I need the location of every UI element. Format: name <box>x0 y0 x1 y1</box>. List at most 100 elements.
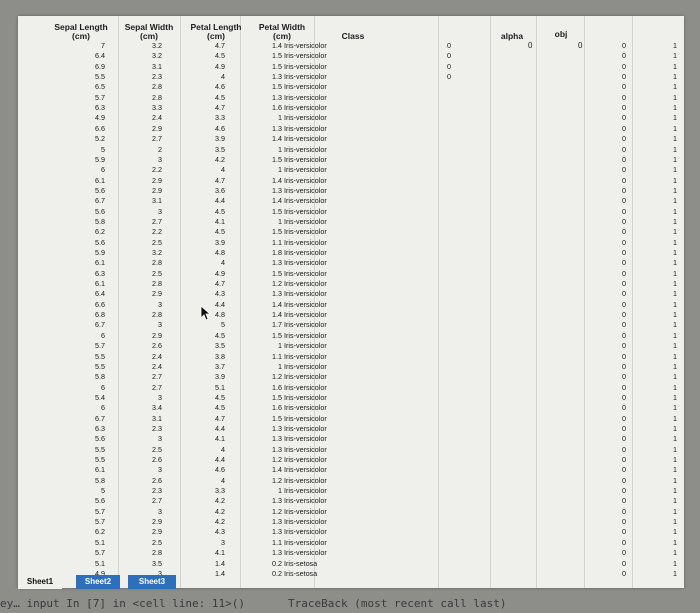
cell-extra-col[interactable]: 1 <box>673 403 677 413</box>
cell-extra-col[interactable]: 1 <box>673 559 677 569</box>
cell-extra-col[interactable]: 1 <box>673 538 677 548</box>
cell-obj-col[interactable]: 0 <box>622 145 626 155</box>
cell-sepal-length[interactable]: 6.2 <box>95 527 105 537</box>
cell-petal-width[interactable]: 1.6 <box>272 103 282 113</box>
cell-petal-width[interactable]: 1.3 <box>272 424 282 434</box>
cell-petal-length[interactable]: 4.4 <box>215 455 225 465</box>
cell-obj-col[interactable]: 0 <box>622 103 626 113</box>
cell-petal-width[interactable]: 1 <box>278 113 282 123</box>
cell-petal-length[interactable]: 4.5 <box>215 207 225 217</box>
cell-obj-col[interactable]: 0 <box>622 527 626 537</box>
cell-petal-length[interactable]: 4.9 <box>215 62 225 72</box>
cell-extra-col[interactable]: 1 <box>673 289 677 299</box>
cell-class[interactable]: Iris-versicolor <box>284 51 327 61</box>
cell-obj-col[interactable]: 0 <box>622 41 626 51</box>
cell-sepal-width[interactable]: 2.2 <box>152 165 162 175</box>
cell-obj-col[interactable]: 0 <box>622 465 626 475</box>
cell-class[interactable]: Iris-versicolor <box>284 155 327 165</box>
cell-petal-length[interactable]: 3.9 <box>215 238 225 248</box>
cell-petal-width[interactable]: 1.5 <box>272 331 282 341</box>
cell-obj-col[interactable]: 0 <box>622 331 626 341</box>
cell-class[interactable]: Iris-versicolor <box>284 372 327 382</box>
header-obj[interactable]: obj <box>544 30 578 39</box>
cell-sepal-length[interactable]: 5.5 <box>95 72 105 82</box>
cell-sepal-length[interactable]: 5.9 <box>95 248 105 258</box>
cell-petal-length[interactable]: 4.8 <box>215 310 225 320</box>
cell-petal-width[interactable]: 1.2 <box>272 279 282 289</box>
cell-obj-col[interactable]: 0 <box>622 414 626 424</box>
cell-petal-length[interactable]: 4 <box>221 165 225 175</box>
cell-obj-col[interactable]: 0 <box>622 227 626 237</box>
cell-class[interactable]: Iris-versicolor <box>284 393 327 403</box>
cell-obj-col[interactable]: 0 <box>622 517 626 527</box>
cell-sepal-width[interactable]: 2.8 <box>152 279 162 289</box>
cell-alpha-col[interactable]: 0 <box>447 41 451 51</box>
cell-petal-length[interactable]: 4.2 <box>215 155 225 165</box>
cell-obj-col[interactable]: 0 <box>622 300 626 310</box>
tab-sheet1[interactable]: Sheet1 <box>18 575 62 589</box>
cell-extra-col[interactable]: 1 <box>673 176 677 186</box>
cell-sepal-length[interactable]: 6.1 <box>95 279 105 289</box>
cell-extra-col[interactable]: 1 <box>673 476 677 486</box>
cell-extra-col[interactable]: 1 <box>673 186 677 196</box>
cell-class[interactable]: Iris-versicolor <box>284 320 327 330</box>
cell-sepal-length[interactable]: 6.1 <box>95 176 105 186</box>
cell-class[interactable]: Iris-versicolor <box>284 227 327 237</box>
cell-sepal-width[interactable]: 3.2 <box>152 51 162 61</box>
cell-obj-col[interactable]: 0 <box>622 134 626 144</box>
cell-petal-length[interactable]: 4.9 <box>215 269 225 279</box>
cell-obj-col[interactable]: 0 <box>622 289 626 299</box>
cell-obj-col[interactable]: 0 <box>622 51 626 61</box>
cell-petal-width[interactable]: 1.5 <box>272 227 282 237</box>
cell-obj-col[interactable]: 0 <box>622 279 626 289</box>
cell-extra-col[interactable]: 1 <box>673 165 677 175</box>
cell-extra-col[interactable]: 1 <box>673 362 677 372</box>
cell-extra-col[interactable]: 1 <box>673 507 677 517</box>
cell-obj-col[interactable]: 0 <box>622 372 626 382</box>
cell-extra-col[interactable]: 1 <box>673 103 677 113</box>
cell-sepal-width[interactable]: 2.9 <box>152 527 162 537</box>
tab-sheet2[interactable]: Sheet2 <box>76 575 120 589</box>
cell-petal-width[interactable]: 1.5 <box>272 207 282 217</box>
cell-extra-col[interactable]: 1 <box>673 414 677 424</box>
cell-sepal-width[interactable]: 2.4 <box>152 362 162 372</box>
cell-sepal-width[interactable]: 2.3 <box>152 424 162 434</box>
cell-extra-col[interactable]: 1 <box>673 527 677 537</box>
cell-extra-col[interactable]: 1 <box>673 352 677 362</box>
cell-sepal-width[interactable]: 2.4 <box>152 113 162 123</box>
cell-sepal-width[interactable]: 2.9 <box>152 176 162 186</box>
cell-sepal-width[interactable]: 3 <box>158 207 162 217</box>
cell-obj-col[interactable]: 0 <box>622 124 626 134</box>
cell-petal-length[interactable]: 3.5 <box>215 341 225 351</box>
cell-sepal-length[interactable]: 5.5 <box>95 445 105 455</box>
cell-petal-length[interactable]: 4.6 <box>215 82 225 92</box>
cell-obj-col[interactable]: 0 <box>622 548 626 558</box>
cell-class[interactable]: Iris-versicolor <box>284 300 327 310</box>
cell-class[interactable]: Iris-versicolor <box>284 496 327 506</box>
cell-petal-width[interactable]: 1.5 <box>272 51 282 61</box>
cell-petal-length[interactable]: 4 <box>221 476 225 486</box>
cell-sepal-length[interactable]: 6.9 <box>95 62 105 72</box>
cell-obj-col[interactable]: 0 <box>622 383 626 393</box>
header-petal-length[interactable]: Petal Length (cm) <box>182 23 250 41</box>
cell-class[interactable]: Iris-versicolor <box>284 352 327 362</box>
cell-sepal-width[interactable]: 3.1 <box>152 62 162 72</box>
cell-sepal-width[interactable]: 3 <box>158 434 162 444</box>
cell-petal-length[interactable]: 1.4 <box>215 569 225 579</box>
cell-class[interactable]: Iris-versicolor <box>284 445 327 455</box>
cell-petal-width[interactable]: 1.4 <box>272 196 282 206</box>
cell-class[interactable]: Iris-versicolor <box>284 269 327 279</box>
cell-petal-width[interactable]: 1 <box>278 362 282 372</box>
cell-class[interactable]: Iris-versicolor <box>284 331 327 341</box>
cell-sepal-length[interactable]: 6.8 <box>95 310 105 320</box>
cell-petal-length[interactable]: 3.6 <box>215 186 225 196</box>
cell-petal-length[interactable]: 4.3 <box>215 527 225 537</box>
cell-petal-width[interactable]: 1.1 <box>272 352 282 362</box>
cell-obj-col[interactable]: 0 <box>622 113 626 123</box>
cell-class[interactable]: Iris-versicolor <box>284 279 327 289</box>
cell-class[interactable]: Iris-versicolor <box>284 134 327 144</box>
cell-extra-col[interactable]: 1 <box>673 496 677 506</box>
cell-extra-col[interactable]: 1 <box>673 207 677 217</box>
cell-class[interactable]: Iris-versicolor <box>284 486 327 496</box>
cell-obj-col[interactable]: 0 <box>622 269 626 279</box>
